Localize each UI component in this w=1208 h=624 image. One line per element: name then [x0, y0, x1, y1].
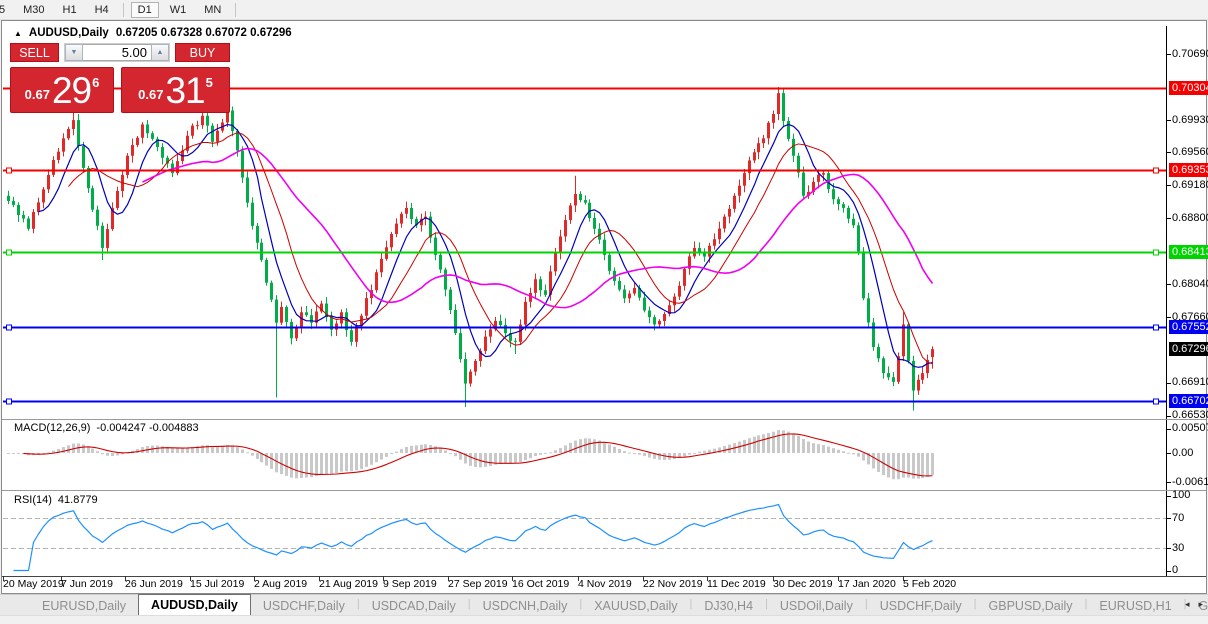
level-price-label: 0.68413 [1169, 245, 1208, 259]
date-axis-label: 21 Aug 2019 [319, 578, 378, 590]
rsi-indicator-label: RSI(14) 41.8779 [14, 494, 98, 506]
sell-price-big: 29 [51, 70, 92, 111]
sell-button[interactable]: SELL [10, 43, 59, 62]
rsi-axis-label: 100 [1172, 489, 1191, 501]
date-axis-label: 4 Nov 2019 [578, 578, 632, 590]
rsi-title: RSI(14) [14, 494, 52, 506]
date-axis-label: 30 Dec 2019 [773, 578, 833, 590]
sell-price-sup: 6 [92, 75, 100, 90]
price-axis-tick: 0.69180 [1172, 178, 1208, 191]
chart-ohlc: 0.67205 0.67328 0.67072 0.67296 [115, 27, 292, 39]
price-axis-tick: 0.70690 [1172, 47, 1208, 60]
price-axis-tick: 0.68040 [1172, 277, 1208, 290]
chart-tab-usdcnh-daily[interactable]: USDCNH,Daily [471, 597, 580, 615]
volume-input[interactable]: 5.00 [83, 44, 151, 61]
date-axis-label: 11 Dec 2019 [707, 578, 766, 590]
buy-price-display[interactable]: 0.67 31 5 [121, 67, 230, 113]
buy-button[interactable]: BUY [175, 43, 230, 62]
buy-price-big: 31 [165, 70, 205, 111]
chart-tab-eurusd-h1[interactable]: EURUSD,H1 [1087, 597, 1183, 615]
price-axis-tick: 0.69930 [1172, 113, 1208, 126]
tab-scroll-left-icon[interactable]: ◂ [1185, 599, 1190, 610]
date-axis-label: 2 Aug 2019 [254, 578, 308, 590]
one-click-trading-panel: SELL ▼ 5.00 ▲ BUY 0.67 29 6 0.67 31 5 [10, 43, 230, 113]
chart-tab-audusd-daily[interactable]: AUDUSD,Daily [138, 594, 251, 615]
volume-stepper: ▼ 5.00 ▲ [64, 43, 170, 62]
chart-symbol: AUDUSD,Daily [28, 27, 109, 39]
chart-tab-dj30-h4[interactable]: DJ30,H4 [692, 597, 765, 615]
macd-indicator-label: MACD(12,26,9) -0.004247 -0.004883 [14, 422, 199, 434]
tab-scroll-right-icon[interactable]: ▸ [1198, 599, 1203, 610]
chart-tab-xauusd-daily[interactable]: XAUUSD,Daily [582, 597, 689, 615]
price-axis-tick: 0.68800 [1172, 211, 1208, 224]
rsi-value: 41.8779 [57, 494, 98, 506]
date-axis-label: 17 Jan 2020 [838, 578, 896, 590]
date-axis-label: 9 Sep 2019 [383, 578, 437, 590]
chart-tab-eurusd-daily[interactable]: EURUSD,Daily [30, 597, 138, 615]
tab-scroll-arrows: ◂ ▸ [1185, 599, 1203, 610]
sell-price-prefix: 0.67 [24, 87, 50, 102]
date-axis-label: 5 Feb 2020 [903, 578, 957, 590]
macd-values: -0.004247 -0.004883 [96, 422, 199, 434]
chart-tab-gbpusd-daily[interactable]: GBPUSD,Daily [977, 597, 1085, 615]
chart-tab-usdchf-daily[interactable]: USDCHF,Daily [251, 597, 357, 615]
chart-tab-bar: EURUSD,Daily AUDUSD,Daily USDCHF,Daily | USD… [0, 594, 1208, 615]
level-price-label: 0.70304 [1169, 80, 1208, 95]
level-price-label: 0.66702 [1169, 393, 1208, 408]
macd-axis-label: 0.00 [1172, 446, 1194, 459]
rsi-axis-label: 30 [1172, 541, 1185, 554]
price-axis-tick: 0.66910 [1172, 376, 1208, 389]
mt4-terminal: 5M30H1H4D1W1MN ▲ AUDUSD,Daily 0.67205 0.… [0, 0, 1208, 624]
level-price-label: 0.67552 [1169, 319, 1208, 334]
date-axis-label: 7 Jun 2019 [61, 578, 113, 590]
date-axis-label: 15 Jul 2019 [190, 578, 245, 590]
date-axis-label: 27 Sep 2019 [448, 578, 508, 590]
buy-price-sup: 5 [205, 75, 213, 90]
date-axis-label: 20 May 2019 [3, 578, 64, 590]
price-axis-tick: 0.69560 [1172, 145, 1208, 158]
volume-decrease-icon[interactable]: ▼ [65, 44, 83, 61]
sell-price-display[interactable]: 0.67 29 6 [10, 67, 114, 113]
chart-title: ▲ AUDUSD,Daily 0.67205 0.67328 0.67072 0… [14, 27, 292, 39]
volume-increase-icon[interactable]: ▲ [151, 44, 169, 61]
date-axis-label: 16 Oct 2019 [512, 578, 570, 590]
rsi-axis-label: 70 [1172, 511, 1185, 524]
level-price-label: 0.69353 [1169, 163, 1208, 178]
chart-tab-usdoil-daily[interactable]: USDOil,Daily [768, 597, 865, 615]
current-price-label: 0.67296 [1169, 342, 1208, 357]
symbol-marker-icon: ▲ [14, 28, 22, 38]
date-axis-label: 26 Jun 2019 [125, 578, 183, 590]
macd-title: MACD(12,26,9) [14, 422, 91, 434]
price-axis-tick: 0.66530 [1172, 409, 1208, 422]
macd-axis-label: 0.005076 [1172, 422, 1208, 435]
status-strip [0, 615, 1208, 624]
macd-axis-label: -0.006148 [1172, 475, 1208, 488]
date-axis-label: 22 Nov 2019 [643, 578, 703, 590]
buy-price-prefix: 0.67 [138, 87, 164, 102]
chart-tab-usdchf-daily[interactable]: USDCHF,Daily [868, 597, 974, 615]
chart-tab-usdcad-daily[interactable]: USDCAD,Daily [360, 597, 468, 615]
rsi-axis-label: 0 [1172, 564, 1179, 576]
